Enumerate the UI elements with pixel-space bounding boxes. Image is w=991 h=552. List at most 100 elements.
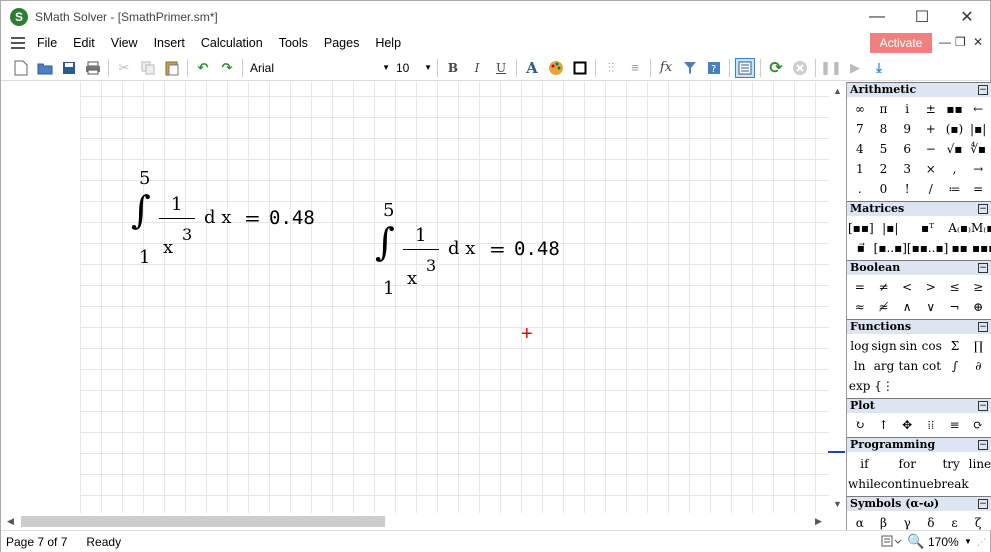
palette-button[interactable]: while: [848, 474, 881, 494]
palette-button[interactable]: i: [895, 99, 919, 119]
palette-button[interactable]: π: [872, 99, 896, 119]
doc-restore-button[interactable]: ❐: [955, 35, 966, 49]
palette-button[interactable]: =: [848, 277, 872, 297]
activate-button[interactable]: Activate: [870, 33, 932, 53]
underline-button[interactable]: U: [491, 58, 511, 78]
palette-button[interactable]: ×: [919, 159, 943, 179]
minimize-button[interactable]: —: [854, 1, 900, 32]
palette-button[interactable]: 2: [872, 159, 896, 179]
palette-button[interactable]: ✥: [895, 415, 919, 435]
palette-button[interactable]: 1: [848, 159, 872, 179]
palette-button[interactable]: ∨: [919, 297, 943, 317]
italic-button[interactable]: I: [467, 58, 487, 78]
palette-button[interactable]: ε: [943, 513, 967, 530]
menu-view[interactable]: View: [103, 32, 146, 54]
palette-button[interactable]: ζ: [966, 513, 990, 530]
palette-button[interactable]: β: [872, 513, 896, 530]
doc-minimize-button[interactable]: —: [939, 35, 951, 49]
palette-button[interactable]: ↑: [872, 415, 896, 435]
palette-button[interactable]: ≤: [943, 277, 967, 297]
save-icon[interactable]: [59, 58, 79, 78]
align-horizontal-icon[interactable]: ⫶⫶: [601, 58, 621, 78]
open-folder-icon[interactable]: [35, 58, 55, 78]
border-icon[interactable]: [570, 58, 590, 78]
copy-icon[interactable]: [138, 58, 158, 78]
palette-button[interactable]: <: [895, 277, 919, 297]
panel-header[interactable]: Matrices −: [847, 201, 991, 216]
palette-button[interactable]: A₍▪₎: [948, 218, 971, 238]
palette-button[interactable]: sign: [871, 336, 896, 356]
palette-button[interactable]: !: [895, 179, 919, 199]
palette-icon[interactable]: [546, 58, 566, 78]
palette-button[interactable]: cos: [920, 336, 943, 356]
worksheet-grid[interactable]: [80, 82, 829, 513]
stop-calculation-icon[interactable]: [790, 58, 810, 78]
palette-button[interactable]: ⊕: [966, 297, 990, 317]
font-color-button[interactable]: A: [522, 58, 542, 78]
palette-button[interactable]: [▪▪]: [848, 218, 874, 238]
page-view-icon[interactable]: [735, 57, 755, 78]
palette-button[interactable]: ∧: [895, 297, 919, 317]
palette-button[interactable]: 3: [895, 159, 919, 179]
font-size-select[interactable]: 10 ▼: [392, 58, 434, 78]
palette-button[interactable]: break: [934, 474, 969, 494]
paste-icon[interactable]: [162, 58, 182, 78]
panel-header[interactable]: Functions −: [847, 319, 991, 334]
play-icon[interactable]: ▶: [845, 58, 865, 78]
palette-button[interactable]: ⁞⁞: [919, 415, 943, 435]
new-file-icon[interactable]: [11, 58, 31, 78]
palette-button[interactable]: ∏: [967, 336, 990, 356]
panel-header[interactable]: Boolean −: [847, 260, 991, 275]
menu-tools[interactable]: Tools: [271, 32, 316, 54]
collapse-icon[interactable]: −: [978, 401, 988, 411]
collapse-icon[interactable]: −: [978, 322, 988, 332]
menu-file[interactable]: File: [29, 32, 65, 54]
page-layout-icon[interactable]: [881, 534, 903, 551]
maximize-button[interactable]: ☐: [899, 1, 945, 32]
palette-button[interactable]: ▪▪▪: [971, 238, 991, 258]
cut-icon[interactable]: ✂: [114, 58, 134, 78]
palette-button[interactable]: /: [919, 179, 943, 199]
palette-button[interactable]: ▪▪: [948, 238, 971, 258]
palette-button[interactable]: ▪⃗: [848, 238, 874, 258]
palette-button[interactable]: .: [848, 179, 872, 199]
document-menu-icon[interactable]: [11, 37, 25, 49]
print-icon[interactable]: [83, 58, 103, 78]
palette-button[interactable]: ↻: [848, 415, 872, 435]
bold-button[interactable]: B: [443, 58, 463, 78]
pause-icon[interactable]: ❚❚: [820, 58, 842, 78]
palette-button[interactable]: −: [919, 139, 943, 159]
palette-button[interactable]: ¬: [943, 297, 967, 317]
palette-button[interactable]: continue: [881, 474, 934, 494]
palette-button[interactable]: [▪▪..▪]: [907, 238, 948, 258]
palette-button[interactable]: 8: [872, 119, 896, 139]
palette-button[interactable]: 9: [895, 119, 919, 139]
palette-button[interactable]: ≡: [943, 415, 967, 435]
palette-button[interactable]: |▪|: [874, 218, 907, 238]
palette-button[interactable]: =: [966, 179, 990, 199]
filter-icon[interactable]: [680, 58, 700, 78]
collapse-icon[interactable]: −: [978, 85, 988, 95]
zoom-level[interactable]: 170%: [928, 535, 959, 549]
panel-header[interactable]: Symbols (α-ω) −: [847, 496, 991, 511]
palette-button[interactable]: [▪..▪]: [874, 238, 907, 258]
palette-button[interactable]: 4: [848, 139, 872, 159]
help-icon[interactable]: ?: [704, 58, 724, 78]
palette-button[interactable]: tan: [897, 356, 920, 376]
collapse-icon[interactable]: −: [978, 263, 988, 273]
scroll-up-icon[interactable]: ▲: [833, 86, 842, 96]
palette-button[interactable]: |▪|: [966, 119, 990, 139]
palette-button[interactable]: cot: [920, 356, 943, 376]
redo-icon[interactable]: ↷: [217, 58, 237, 78]
panel-header[interactable]: Programming −: [847, 437, 991, 452]
palette-button[interactable]: ≉: [872, 297, 896, 317]
collapse-icon[interactable]: −: [978, 499, 988, 509]
palette-button[interactable]: log: [848, 336, 871, 356]
palette-button[interactable]: ∂: [967, 356, 990, 376]
palette-button[interactable]: ⟳: [966, 415, 990, 435]
recalculate-icon[interactable]: ⟳: [766, 58, 786, 78]
close-button[interactable]: ✕: [944, 1, 990, 32]
palette-button[interactable]: 6: [895, 139, 919, 159]
palette-button[interactable]: ±: [919, 99, 943, 119]
palette-button[interactable]: δ: [919, 513, 943, 530]
